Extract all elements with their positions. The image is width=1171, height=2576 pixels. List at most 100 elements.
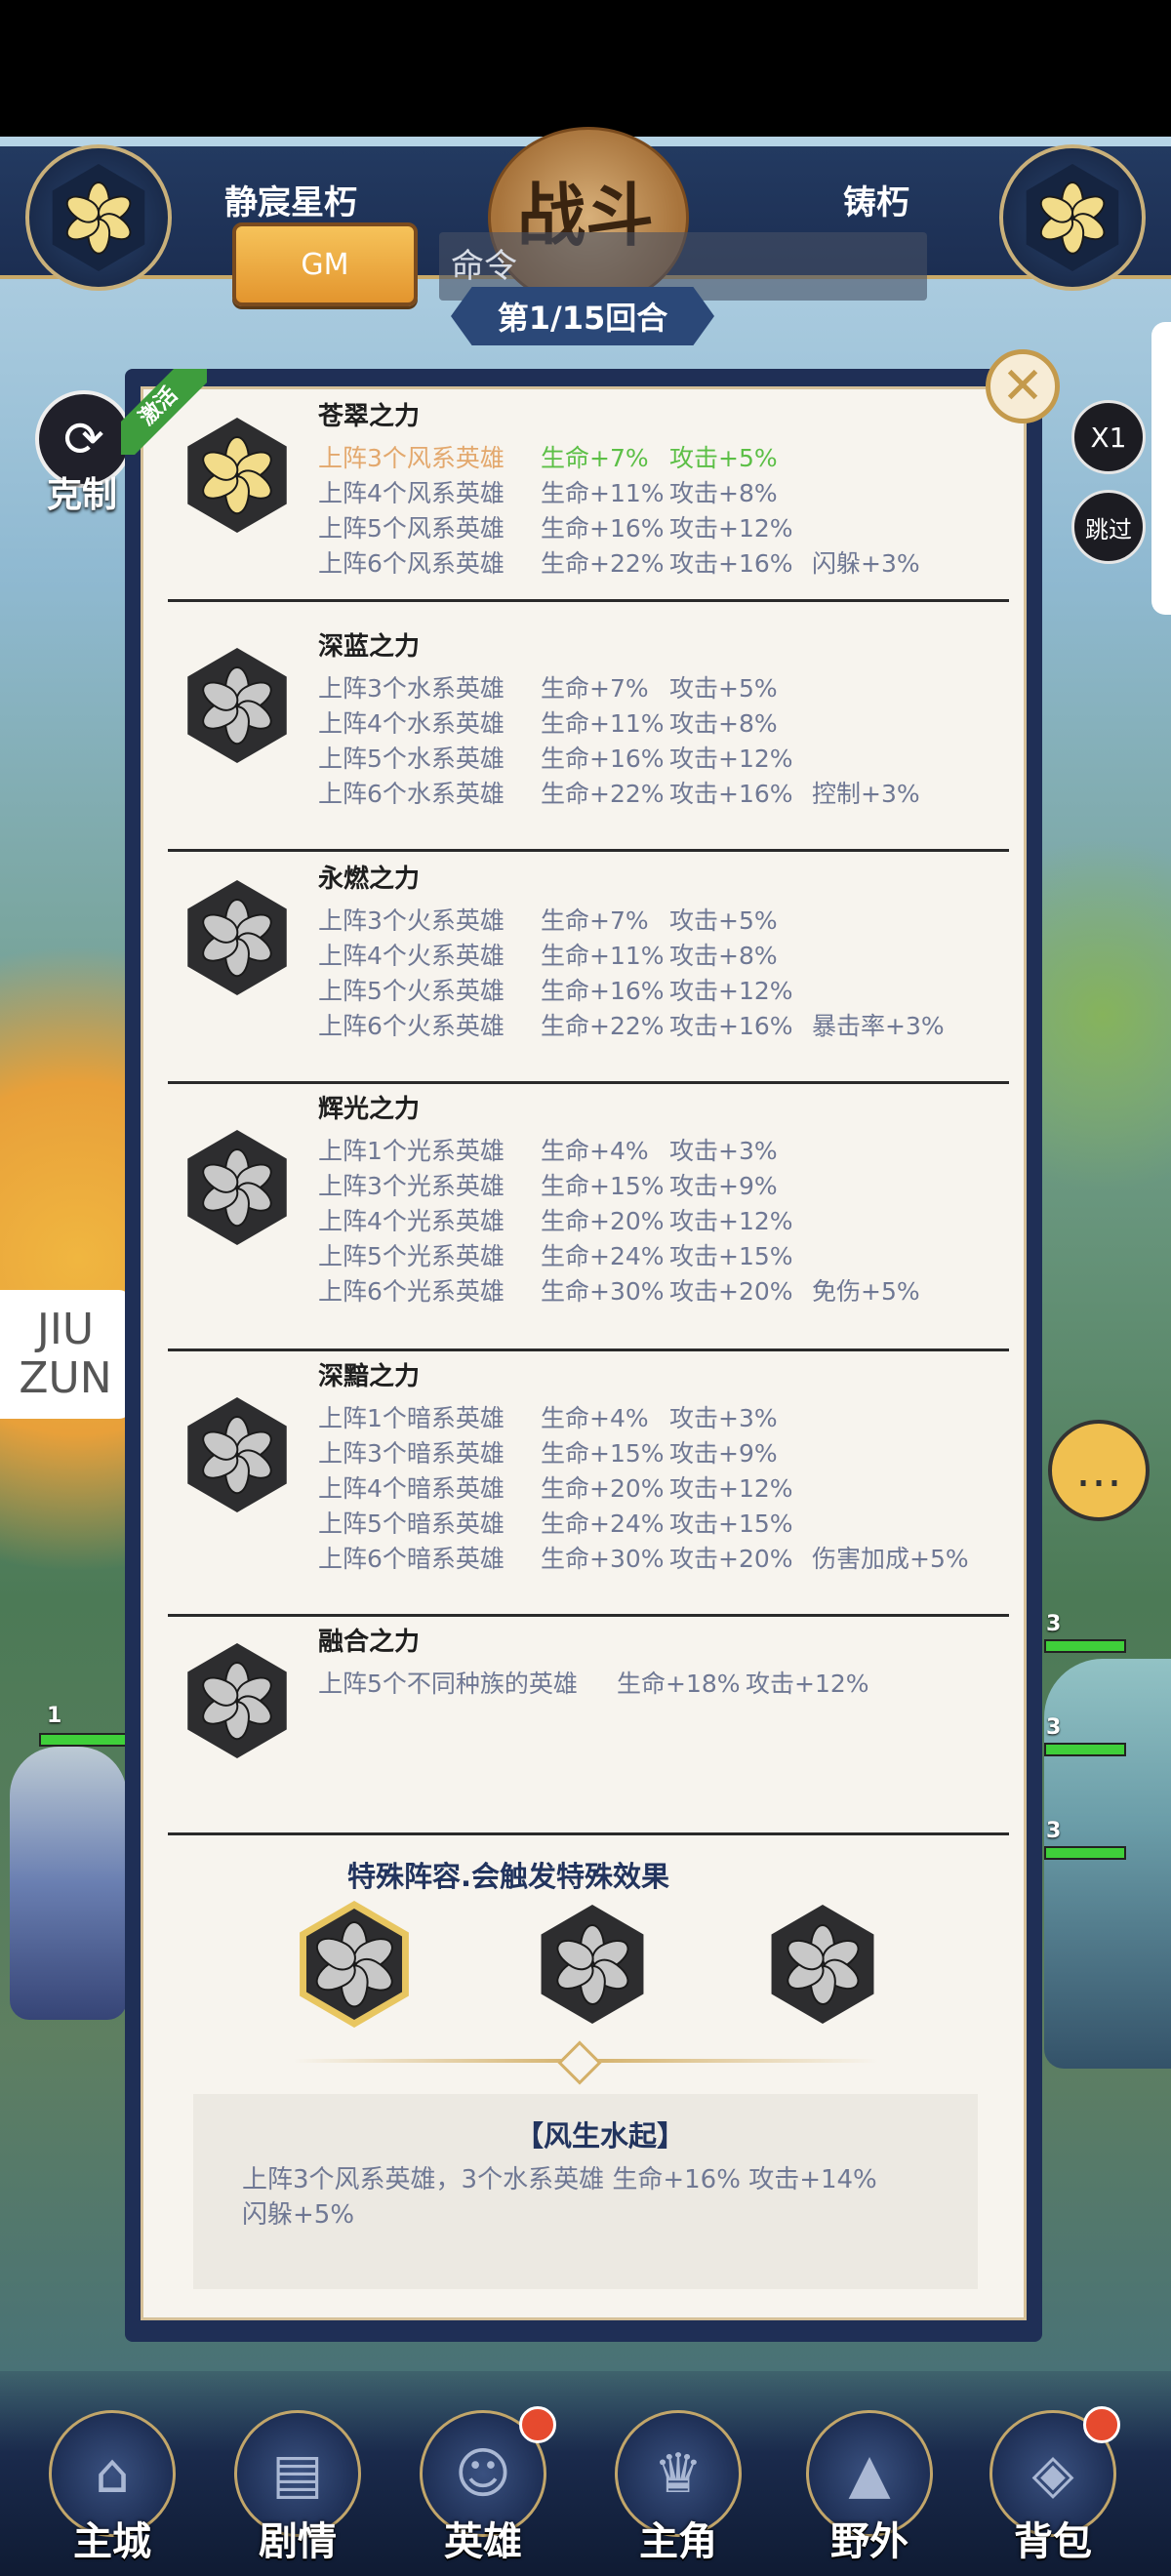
faction-title: 融合之力 xyxy=(318,1628,421,1657)
bonus-cond: 上阵5个暗系英雄 xyxy=(318,1509,505,1538)
faction-section: 永燃之力 上阵3个火系英雄 生命+7% 攻击+5% 上阵4个火系英雄 生命+11% 攻击+8… xyxy=(168,851,1009,1084)
flower-icon xyxy=(180,1643,295,1758)
bonus-cond: 上阵5个水系英雄 xyxy=(318,745,505,773)
chat-bubble-icon: … xyxy=(1075,1443,1122,1498)
bonus-hp: 生命+15% xyxy=(541,1439,665,1468)
bonus-hp: 生命+20% xyxy=(541,1474,665,1503)
bonus-row: 上阵5个水系英雄 生命+16% 攻击+12% xyxy=(318,740,812,775)
left-team-name: 静宸星朽 xyxy=(224,183,357,222)
watermark-badge: JIU ZUN xyxy=(0,1290,131,1419)
bonus-atk: 攻击+15% xyxy=(669,1242,793,1270)
special-lineup-option-3[interactable] xyxy=(763,1905,882,2024)
bonus-hp: 生命+22% xyxy=(541,780,665,808)
bonus-hp: 生命+15% xyxy=(541,1172,665,1200)
nav-main-city[interactable]: ⌂ 主城 xyxy=(39,2410,185,2566)
bonus-cond: 上阵6个火系英雄 xyxy=(318,1012,505,1040)
special-lineup-option-2[interactable] xyxy=(533,1905,652,2024)
bonus-atk: 攻击+16% xyxy=(669,1012,793,1040)
side-pull-tab[interactable] xyxy=(1151,322,1171,615)
bonus-cond: 上阵1个暗系英雄 xyxy=(318,1404,505,1432)
flower-icon xyxy=(180,880,295,995)
bonus-atk: 攻击+3% xyxy=(669,1137,778,1165)
bonus-cond: 上阵5个光系英雄 xyxy=(318,1242,505,1270)
bonus-row: 上阵3个风系英雄 生命+7% 攻击+5% xyxy=(318,439,812,474)
bonus-hp: 生命+11% xyxy=(541,942,665,970)
bonus-row: 上阵6个火系英雄 生命+22% 攻击+16% 暴击率+3% xyxy=(318,1007,945,1042)
bonus-cond: 上阵4个火系英雄 xyxy=(318,942,505,970)
bonus-extra: 免伤+5% xyxy=(812,1277,920,1306)
bonus-cond: 上阵6个光系英雄 xyxy=(318,1277,505,1306)
bonus-hp: 生命+24% xyxy=(541,1509,665,1538)
bonus-extra: 暴击率+3% xyxy=(812,1012,945,1040)
bonus-row: 上阵1个暗系英雄 生命+4% 攻击+3% xyxy=(318,1399,812,1434)
faction-title: 辉光之力 xyxy=(318,1095,421,1124)
bonus-atk: 攻击+15% xyxy=(669,1509,793,1538)
bonus-cond: 上阵6个风系英雄 xyxy=(318,549,505,578)
bonus-atk: 攻击+9% xyxy=(669,1439,778,1468)
nav-protagonist[interactable]: ♛ 主角 xyxy=(605,2410,751,2566)
bonus-row: 上阵6个水系英雄 生命+22% 攻击+16% 控制+3% xyxy=(318,775,920,810)
bonus-atk: 攻击+20% xyxy=(669,1545,793,1573)
bonus-row: 上阵5个暗系英雄 生命+24% 攻击+15% xyxy=(318,1505,812,1540)
bonus-cond: 上阵4个暗系英雄 xyxy=(318,1474,505,1503)
bonus-atk: 攻击+12% xyxy=(669,1474,793,1503)
skip-button[interactable]: 跳过 xyxy=(1071,490,1146,564)
flower-icon xyxy=(180,1397,295,1512)
hero-right-group[interactable] xyxy=(1044,1659,1171,2069)
nav-label: 主城 xyxy=(73,2519,151,2564)
flower-icon xyxy=(180,648,295,763)
hero-left[interactable] xyxy=(10,1747,127,2020)
bonus-hp: 生命+11% xyxy=(541,479,665,507)
bonus-row: 上阵4个火系英雄 生命+11% 攻击+8% xyxy=(318,937,812,972)
bonus-atk: 攻击+16% xyxy=(669,549,793,578)
bonus-atk: 攻击+3% xyxy=(669,1404,778,1432)
bonus-atk: 攻击+8% xyxy=(669,709,778,738)
enemy-level-3: 3 xyxy=(1046,1819,1062,1843)
chat-button[interactable]: … xyxy=(1048,1420,1150,1521)
special-lineup-title: 特殊阵容.会触发特殊效果 xyxy=(347,1860,670,1893)
notification-dot xyxy=(1083,2406,1120,2443)
bonus-row: 上阵4个光系英雄 生命+20% 攻击+12% xyxy=(318,1202,812,1237)
nav-label: 背包 xyxy=(1014,2519,1092,2564)
bonus-hp: 生命+16% xyxy=(541,745,665,773)
bonus-cond: 上阵5个风系英雄 xyxy=(318,514,505,543)
enemy-hp-bar-1 xyxy=(1044,1639,1126,1653)
bonus-atk: 攻击+12% xyxy=(669,1207,793,1235)
bonus-cond: 上阵4个光系英雄 xyxy=(318,1207,505,1235)
nav-label: 野外 xyxy=(830,2519,909,2564)
bonus-hp: 生命+7% xyxy=(541,674,649,703)
nav-backpack[interactable]: ◈ 背包 xyxy=(980,2406,1126,2566)
nav-wild[interactable]: ▲ 野外 xyxy=(796,2410,943,2566)
cycle-icon: ⟳ xyxy=(63,411,104,467)
bonus-row: 上阵3个水系英雄 生命+7% 攻击+5% xyxy=(318,669,812,704)
flower-icon xyxy=(291,1901,418,2028)
bonus-atk: 攻击+5% xyxy=(669,444,778,472)
flower-icon xyxy=(180,418,295,533)
bonus-row: 上阵3个暗系英雄 生命+15% 攻击+9% xyxy=(318,1434,812,1469)
flower-icon xyxy=(45,164,152,271)
bonus-atk: 攻击+16% xyxy=(669,780,793,808)
faction-title: 深蓝之力 xyxy=(318,632,421,662)
special-lineup-option-1[interactable] xyxy=(291,1901,418,2028)
bonus-cond: 上阵3个火系英雄 xyxy=(318,906,505,935)
left-team-emblem xyxy=(25,144,172,291)
bonus-hp: 生命+4% xyxy=(541,1137,649,1165)
speed-button[interactable]: X1 xyxy=(1071,400,1146,474)
faction-section: 深黯之力 上阵1个暗系英雄 生命+4% 攻击+3% 上阵3个暗系英雄 生命+15% 攻击+9… xyxy=(168,1348,1009,1617)
bonus-hp: 生命+7% xyxy=(541,444,649,472)
bonus-hp: 生命+7% xyxy=(541,906,649,935)
bonus-cond: 上阵5个不同种族的英雄 xyxy=(318,1670,578,1698)
restraint-label: 克制 xyxy=(47,475,118,515)
bonus-atk: 攻击+5% xyxy=(669,674,778,703)
gm-button[interactable]: GM xyxy=(232,222,418,306)
bonus-cond: 上阵3个暗系英雄 xyxy=(318,1439,505,1468)
bonus-row: 上阵6个风系英雄 生命+22% 攻击+16% 闪躲+3% xyxy=(318,544,920,580)
combo-name: 【风生水起】 xyxy=(515,2119,686,2153)
bonus-atk: 攻击+12% xyxy=(669,745,793,773)
faction-section: 融合之力 上阵5个不同种族的英雄 生命+18% 攻击+12% xyxy=(168,1614,1009,1835)
bonus-extra: 伤害加成+5% xyxy=(812,1545,969,1573)
bonus-row: 上阵3个光系英雄 生命+15% 攻击+9% xyxy=(318,1167,812,1202)
nav-heroes[interactable]: ☺ 英雄 xyxy=(410,2406,556,2566)
nav-story[interactable]: ▤ 剧情 xyxy=(224,2410,371,2566)
faction-section: 深蓝之力 上阵3个水系英雄 生命+7% 攻击+5% 上阵4个水系英雄 生命+11% 攻击+8… xyxy=(168,619,1009,852)
